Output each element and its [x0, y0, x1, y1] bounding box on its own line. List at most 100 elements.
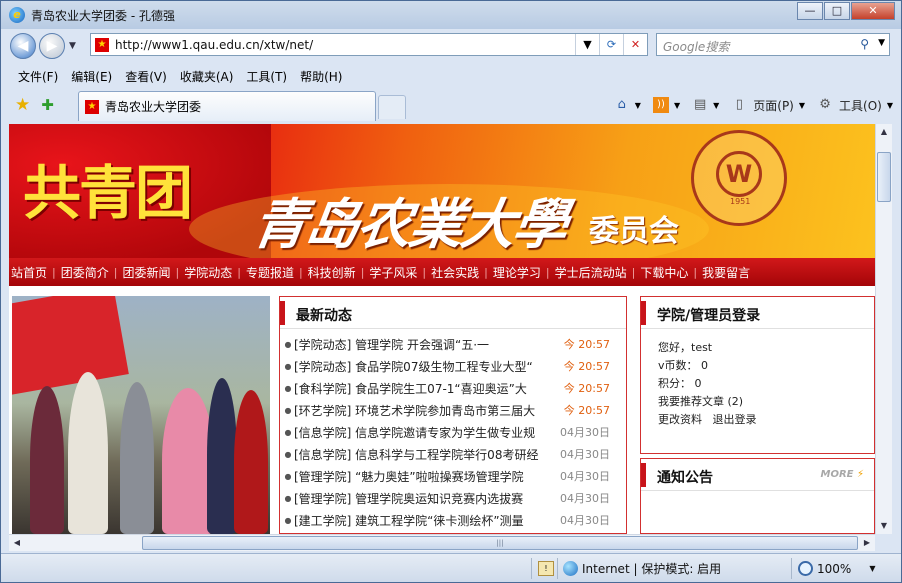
news-photo[interactable] — [12, 296, 270, 534]
home-dropdown-icon[interactable]: ▼ — [635, 101, 641, 110]
coins-text: v币数： 0 — [658, 359, 709, 372]
nav-home[interactable]: 站首页 — [11, 264, 47, 281]
bullet: ● — [284, 515, 292, 525]
news-date: 04月30日 — [560, 470, 610, 483]
news-item[interactable]: ● [信息学院] 信息学院邀请专家为学生做专业规 04月30日 — [280, 421, 626, 443]
news-item[interactable]: ● [环艺学院] 环境艺术学院参加青岛市第三届大今 20:57 — [280, 399, 626, 421]
rss-icon[interactable]: )) — [652, 97, 669, 113]
browser-window: e 青岛农业大学团委 - 孔德强 — □ ✕ ◀ ▶ ▼ ★ http://ww… — [0, 0, 902, 583]
nav-separator: | — [52, 265, 56, 279]
panel-accent-bar — [280, 301, 285, 325]
back-button[interactable]: ◀ — [10, 33, 36, 59]
menu-edit[interactable]: 编辑(E) — [71, 68, 112, 85]
news-title[interactable]: [食科学院] 食品学院生工07-1“喜迎奥运”大 — [294, 380, 552, 397]
university-calligraphy: 青岛农業大學 — [248, 192, 570, 256]
edit-profile-link[interactable]: 更改资料 — [658, 413, 702, 426]
news-item[interactable]: ● [信息学院] 信息科学与工程学院举行08考研经 04月30日 — [280, 443, 626, 465]
minimize-button[interactable]: — — [797, 2, 823, 20]
zone-indicator[interactable]: Internet | 保护模式: 启用 — [563, 558, 721, 579]
page-menu[interactable]: 页面(P) — [753, 97, 794, 114]
news-title[interactable]: [管理学院] “魅力奥娃”啦啦操赛场管理学院 — [294, 468, 552, 485]
menu-tools[interactable]: 工具(T) — [246, 68, 287, 85]
news-item[interactable]: ● [学院动态] 管理学院 开会强调“五·一今 20:57 — [280, 333, 626, 355]
news-title[interactable]: [学院动态] 食品学院07级生物工程专业大型“ — [294, 358, 552, 375]
print-dropdown-icon[interactable]: ▼ — [713, 101, 719, 110]
scroll-down-icon[interactable]: ▼ — [876, 518, 892, 534]
address-controls: ▼ ⟳ ✕ — [575, 34, 647, 55]
url-text[interactable]: http://www1.qau.edu.cn/xtw/net/ — [115, 38, 313, 52]
scroll-left-icon[interactable]: ◀ — [9, 535, 25, 551]
scroll-thumb[interactable] — [877, 152, 891, 202]
forward-button[interactable]: ▶ — [39, 33, 65, 59]
new-tab-button[interactable] — [378, 95, 406, 119]
panel-accent-bar — [641, 301, 646, 325]
news-title[interactable]: [环艺学院] 环境艺术学院参加青岛市第三届大 — [294, 402, 552, 419]
search-icon[interactable]: ⚲ — [860, 37, 869, 51]
close-button[interactable]: ✕ — [851, 2, 895, 20]
zoom-dropdown-icon[interactable]: ▼ — [869, 564, 875, 573]
nav-intro[interactable]: 团委简介 — [61, 264, 109, 281]
news-item[interactable]: ● [管理学院] 管理学院奥运知识竞赛内选拔赛 04月30日 — [280, 487, 626, 509]
menu-view[interactable]: 查看(V) — [125, 68, 167, 85]
bullet: ● — [284, 383, 292, 393]
nav-separator: | — [175, 265, 180, 279]
status-divider — [531, 558, 532, 579]
menu-favorites[interactable]: 收藏夹(A) — [180, 68, 234, 85]
news-date: 04月30日 — [560, 448, 610, 461]
zoom-control[interactable]: 100% ▼ — [798, 558, 875, 579]
nav-college-news[interactable]: 学院动态 — [184, 264, 232, 281]
scroll-thumb-horizontal[interactable]: ||| — [142, 536, 858, 550]
nav-innovation[interactable]: 科技创新 — [308, 264, 356, 281]
nav-students[interactable]: 学子风采 — [369, 264, 417, 281]
maximize-button[interactable]: □ — [824, 2, 850, 20]
menu-bar: 文件(F) 编辑(E) 查看(V) 收藏夹(A) 工具(T) 帮助(H) — [1, 65, 901, 87]
refresh-icon[interactable]: ⟳ — [599, 34, 623, 55]
news-item[interactable]: ● [建工学院] 建筑工程学院“徕卡测绘杯”测量 04月30日 — [280, 509, 626, 531]
nav-social-practice[interactable]: 社会实践 — [431, 264, 479, 281]
logout-link[interactable]: 退出登录 — [713, 413, 757, 426]
news-item[interactable]: ● [管理学院] “魅力奥娃”啦啦操赛场管理学院 04月30日 — [280, 465, 626, 487]
news-title[interactable]: [信息学院] 信息学院邀请专家为学生做专业规 — [294, 424, 552, 441]
news-title[interactable]: [信息学院] 信息科学与工程学院举行08考研经 — [294, 446, 552, 463]
vertical-scrollbar[interactable]: ▲ ▼ — [875, 124, 892, 534]
page-dropdown-icon[interactable]: ▼ — [799, 101, 805, 110]
nav-special-report[interactable]: 专题报道 — [246, 264, 294, 281]
recommend-link[interactable]: 我要推荐文章 (2) — [658, 393, 874, 411]
nav-message[interactable]: 我要留言 — [702, 264, 750, 281]
nav-postdoc[interactable]: 学士后流动站 — [555, 264, 627, 281]
news-title[interactable]: [学院动态] 管理学院 开会强调“五·一 — [294, 336, 552, 353]
news-item[interactable]: ● [学院动态] 食品学院07级生物工程专业大型“ 今 20:57 — [280, 355, 626, 377]
blocked-content-indicator[interactable]: ! — [538, 558, 554, 579]
photo-figure — [207, 378, 237, 534]
nav-theory[interactable]: 理论学习 — [493, 264, 541, 281]
address-bar[interactable]: ★ http://www1.qau.edu.cn/xtw/net/ ▼ ⟳ ✕ — [90, 33, 648, 56]
news-item[interactable]: ● [食科学院] 食品学院生工07-1“喜迎奥运”大今 20:57 — [280, 377, 626, 399]
rss-dropdown-icon[interactable]: ▼ — [674, 101, 680, 110]
more-link[interactable]: MORE ⚡ — [821, 469, 865, 480]
page-content: 共青团 青岛农業大學 委员会 W 1951 站首页 | 团委简介 | 团委新闻 | 学… — [9, 124, 875, 534]
search-dropdown-icon[interactable]: ▼ — [878, 38, 885, 48]
stop-icon[interactable]: ✕ — [623, 34, 647, 55]
photo-figure — [234, 390, 268, 534]
nav-downloads[interactable]: 下载中心 — [640, 264, 688, 281]
bullet: ● — [284, 361, 292, 371]
news-title[interactable]: [管理学院] 管理学院奥运知识竞赛内选拔赛 — [294, 490, 552, 507]
add-favorite-icon[interactable]: ✚ — [41, 96, 54, 114]
nav-separator: | — [422, 265, 427, 279]
scroll-right-icon[interactable]: ▶ — [859, 535, 875, 551]
home-icon[interactable]: ⌂ — [614, 97, 630, 113]
scroll-up-icon[interactable]: ▲ — [876, 124, 892, 140]
news-title[interactable]: [建工学院] 建筑工程学院“徕卡测绘杯”测量 — [294, 512, 552, 529]
nav-news[interactable]: 团委新闻 — [122, 264, 170, 281]
tools-menu[interactable]: 工具(O) — [839, 97, 882, 114]
tools-dropdown-icon[interactable]: ▼ — [887, 101, 893, 110]
browser-tab[interactable]: ★ 青岛农业大学团委 — [78, 91, 376, 121]
recent-pages-dropdown[interactable]: ▼ — [69, 41, 76, 51]
address-dropdown-icon[interactable]: ▼ — [575, 34, 599, 55]
favorites-star-icon[interactable]: ★ — [15, 95, 30, 115]
search-box[interactable]: Google搜索 ⚲ ▼ — [656, 33, 890, 56]
menu-file[interactable]: 文件(F) — [18, 68, 58, 85]
horizontal-scrollbar[interactable]: ◀ ||| ▶ — [9, 534, 875, 551]
print-icon[interactable]: ▤ — [692, 97, 708, 113]
menu-help[interactable]: 帮助(H) — [300, 68, 342, 85]
